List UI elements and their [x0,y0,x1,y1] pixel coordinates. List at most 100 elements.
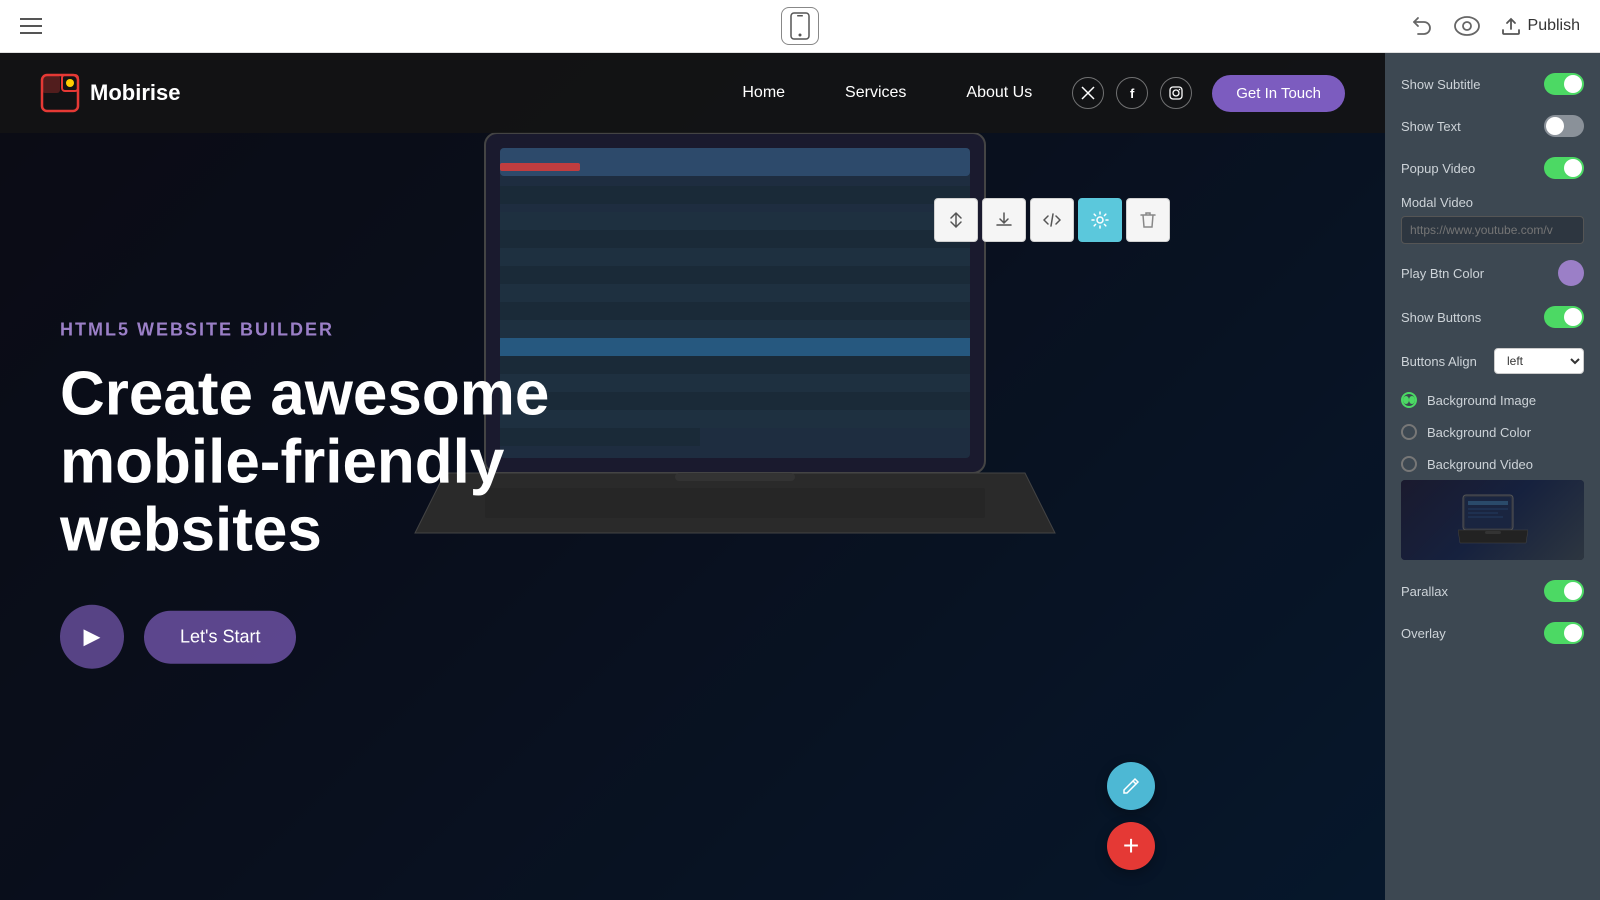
canvas-area: Mobirise Home Services About Us f [0,53,1385,900]
hero-title-line1: Create awesome [60,359,549,428]
preview-logo: Mobirise [40,73,371,113]
delete-section-button[interactable] [1126,198,1170,242]
publish-label: Publish [1528,17,1580,35]
undo-icon [1410,14,1434,38]
edit-fab-button[interactable] [1107,762,1155,810]
overlay-row: Overlay [1385,612,1600,654]
code-section-button[interactable] [1030,198,1074,242]
parallax-row: Parallax [1385,570,1600,612]
play-btn-color-label: Play Btn Color [1401,266,1484,281]
hero-title: Create awesome mobile-friendly websites [60,360,710,565]
settings-section-button[interactable] [1078,198,1122,242]
popup-video-row: Popup Video [1385,147,1600,189]
top-toolbar: Publish [0,0,1600,53]
play-icon: ▶ [84,624,101,650]
phone-preview-button[interactable] [781,7,819,45]
download-icon [995,211,1013,229]
preview-nav: Mobirise Home Services About Us f [0,53,1385,133]
fab-area: + [1107,762,1155,870]
hero-subtitle: HTML5 WEBSITE BUILDER [60,319,710,340]
twitter-icon[interactable] [1072,77,1104,109]
nav-link-home[interactable]: Home [742,84,785,102]
preview-nav-links: Home Services About Us [371,84,1032,102]
buttons-align-label: Buttons Align [1401,354,1477,369]
buttons-align-row: Buttons Align left center right [1385,338,1600,384]
instagram-icon[interactable] [1160,77,1192,109]
overlay-label: Overlay [1401,626,1446,641]
upload-icon [1500,16,1522,36]
bg-thumbnail-inner [1401,480,1584,560]
main-area: Mobirise Home Services About Us f [0,53,1600,900]
twitter-svg [1081,86,1095,100]
plus-icon: + [1123,832,1139,860]
show-buttons-toggle[interactable] [1544,306,1584,328]
eye-icon [1454,16,1480,36]
facebook-letter: f [1130,86,1134,101]
play-video-button[interactable]: ▶ [60,605,124,669]
show-text-toggle[interactable] [1544,115,1584,137]
bg-color-row[interactable]: Background Color [1385,416,1600,448]
nav-link-services[interactable]: Services [845,84,906,102]
nav-link-about[interactable]: About Us [966,84,1032,102]
thumbnail-laptop-svg [1458,493,1528,548]
bg-color-label: Background Color [1427,425,1531,440]
undo-button[interactable] [1410,14,1434,38]
modal-video-input[interactable] [1401,216,1584,244]
right-panel: Show Subtitle Show Text Popup Video Moda… [1385,53,1600,900]
toolbar-center [781,7,819,45]
modal-video-label: Modal Video [1401,195,1584,210]
bg-image-row[interactable]: Background Image [1385,384,1600,416]
play-btn-color-swatch[interactable] [1558,260,1584,286]
logo-icon [40,73,80,113]
popup-video-label: Popup Video [1401,161,1475,176]
sort-section-button[interactable] [934,198,978,242]
bg-image-label: Background Image [1427,393,1536,408]
bg-color-radio[interactable] [1401,424,1417,440]
toolbar-left [20,18,42,34]
trash-icon [1140,211,1156,229]
hero-buttons: ▶ Let's Start [60,605,710,669]
parallax-toggle[interactable] [1544,580,1584,602]
sort-icon [947,211,965,229]
parallax-label: Parallax [1401,584,1448,599]
hero-title-line2: mobile-friendly websites [60,427,504,564]
preview-button[interactable] [1454,16,1480,36]
show-buttons-label: Show Buttons [1401,310,1481,325]
show-text-row: Show Text [1385,105,1600,147]
gear-icon [1091,211,1109,229]
panel-scrollable[interactable]: Show Subtitle Show Text Popup Video Moda… [1385,53,1600,900]
get-in-touch-button[interactable]: Get In Touch [1212,75,1345,112]
add-section-fab-button[interactable]: + [1107,822,1155,870]
lets-start-button[interactable]: Let's Start [144,610,296,663]
website-preview: Mobirise Home Services About Us f [0,53,1385,900]
publish-button[interactable]: Publish [1500,16,1580,36]
toolbar-right: Publish [1410,14,1580,38]
hero-content: HTML5 WEBSITE BUILDER Create awesome mob… [60,319,710,669]
section-toolbar [934,198,1170,242]
popup-video-toggle[interactable] [1544,157,1584,179]
bg-video-radio[interactable] [1401,456,1417,472]
facebook-icon[interactable]: f [1116,77,1148,109]
mobirise-logo-svg [40,73,80,113]
modal-video-section: Modal Video [1385,189,1600,250]
instagram-svg [1169,86,1183,100]
hamburger-menu-icon[interactable] [20,18,42,34]
preview-social-icons: f [1072,77,1192,109]
show-buttons-row: Show Buttons [1385,296,1600,338]
show-subtitle-toggle[interactable] [1544,73,1584,95]
logo-text: Mobirise [90,80,180,106]
code-icon [1043,211,1061,229]
show-text-label: Show Text [1401,119,1461,134]
bg-image-radio[interactable] [1401,392,1417,408]
bg-video-row[interactable]: Background Video [1385,448,1600,480]
bg-video-label: Background Video [1427,457,1533,472]
bg-thumbnail[interactable] [1401,480,1584,560]
download-section-button[interactable] [982,198,1026,242]
buttons-align-select[interactable]: left center right [1494,348,1584,374]
show-subtitle-label: Show Subtitle [1401,77,1481,92]
show-subtitle-row: Show Subtitle [1385,63,1600,105]
pencil-icon [1121,776,1141,796]
overlay-toggle[interactable] [1544,622,1584,644]
play-btn-color-row: Play Btn Color [1385,250,1600,296]
phone-icon [790,12,810,40]
